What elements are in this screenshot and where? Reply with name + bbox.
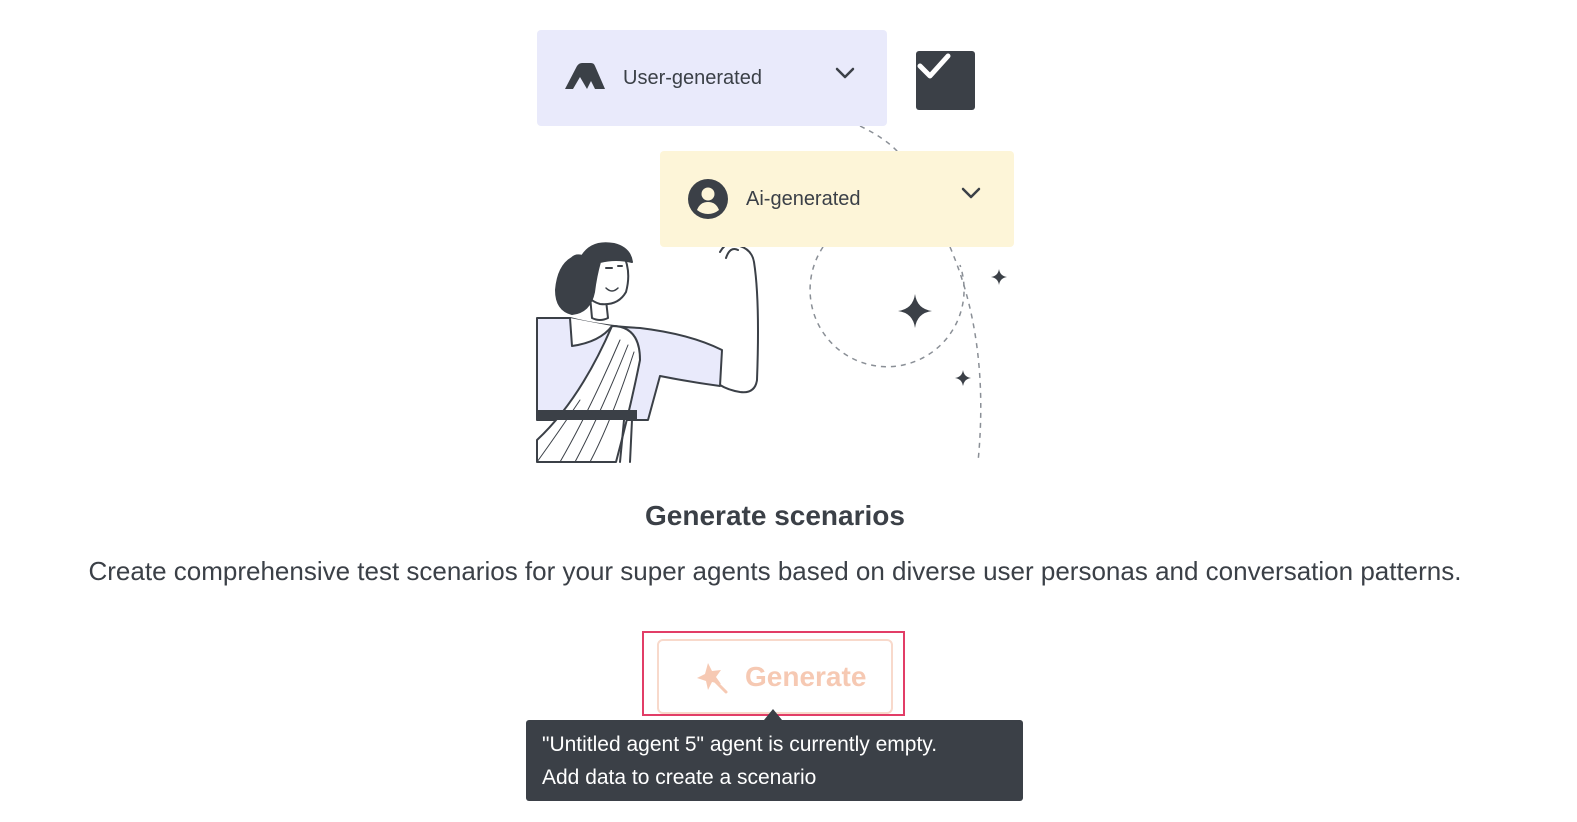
sparkle-icon xyxy=(898,294,932,328)
person-figure xyxy=(536,242,759,463)
selected-checkbox[interactable] xyxy=(916,51,975,110)
page-title: Generate scenarios xyxy=(645,500,905,531)
dashed-connector xyxy=(949,246,982,463)
checkmark-icon xyxy=(917,53,951,79)
sparkle-icon xyxy=(955,370,971,386)
dashed-connector xyxy=(859,125,899,153)
tooltip-line: Add data to create a scenario xyxy=(542,766,817,789)
tooltip-line: "Untitled agent 5" agent is currently em… xyxy=(542,733,938,756)
generate-button[interactable]: Generate xyxy=(657,639,893,714)
tooltip-arrow xyxy=(764,709,782,720)
user-circle-icon xyxy=(688,179,728,219)
scenarios-empty-state: User-generated Ai-generated Generate sce… xyxy=(0,0,1577,822)
dashed-circle xyxy=(809,246,965,368)
disabled-tooltip: "Untitled agent 5" agent is currently em… xyxy=(526,720,1023,801)
page-description: Create comprehensive test scenarios for … xyxy=(88,556,1462,586)
scenarios-illustration: User-generated Ai-generated xyxy=(0,0,1577,470)
ai-generated-label: Ai-generated xyxy=(746,188,861,210)
magic-wand-icon xyxy=(695,661,729,695)
chevron-down-icon[interactable] xyxy=(961,186,981,200)
sparkle-icon xyxy=(991,269,1007,285)
chevron-down-icon[interactable] xyxy=(835,66,855,80)
user-generated-card[interactable]: User-generated xyxy=(537,30,887,126)
mountains-logo-icon xyxy=(565,63,605,93)
generate-button-label: Generate xyxy=(745,661,867,692)
ai-generated-card[interactable]: Ai-generated xyxy=(660,151,1014,247)
user-generated-label: User-generated xyxy=(623,67,762,89)
